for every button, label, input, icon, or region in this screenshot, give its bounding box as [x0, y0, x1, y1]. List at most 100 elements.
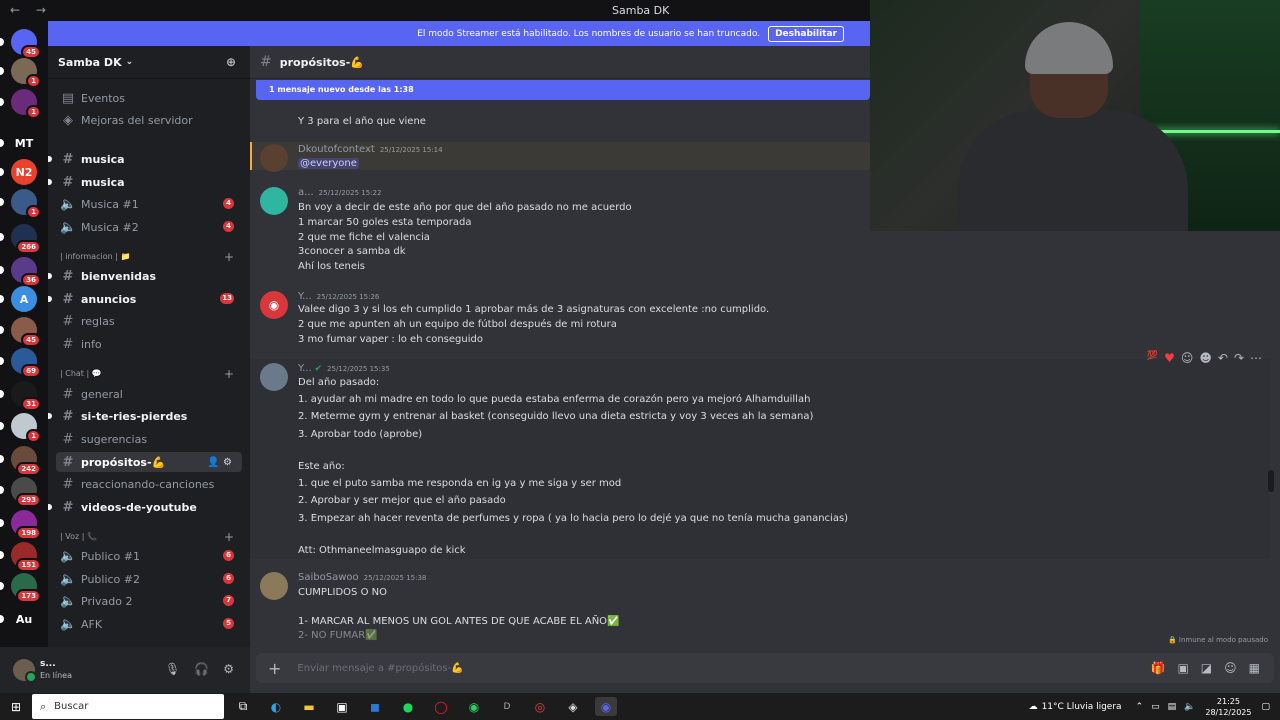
more-icon[interactable]: ⋯ — [1250, 351, 1262, 365]
sidebar-item-channel[interactable]: # bienvenidas — [48, 266, 242, 286]
add-channel-icon[interactable]: + — [224, 530, 234, 544]
gear-icon[interactable]: ⚙ — [223, 662, 234, 676]
spotify-icon[interactable]: ● — [397, 697, 419, 716]
avatar[interactable] — [13, 659, 37, 683]
weather-widget[interactable]: ☁ 11°C Lluvia ligera — [1029, 702, 1122, 712]
server-icon[interactable]: 1 — [0, 58, 41, 88]
sidebar-item-channel[interactable]: # musica — [48, 172, 242, 192]
hundred-reaction-icon[interactable]: 💯 — [1147, 351, 1158, 365]
sidebar-item-channel[interactable]: # general — [56, 384, 242, 404]
sidebar-item-channel[interactable]: # reaccionando-canciones — [56, 474, 242, 494]
microphone-icon[interactable]: 🎙 — [165, 662, 180, 676]
channel-category[interactable]: | informacion | 📁 + — [60, 250, 242, 264]
avatar[interactable] — [260, 572, 288, 600]
message-input[interactable]: Enviar mensaje a #propósitos-💪 — [297, 663, 463, 674]
add-channel-icon[interactable]: + — [224, 367, 234, 381]
add-channel-icon[interactable]: + — [224, 250, 234, 264]
app-d-icon[interactable]: D — [496, 697, 518, 716]
reply-icon[interactable]: ↶ — [1218, 351, 1228, 365]
sidebar-item-mejoras[interactable]: ◈ Mejoras del servidor — [56, 110, 242, 130]
server-icon[interactable]: Au — [0, 606, 37, 632]
disable-button[interactable]: Deshabilitar — [768, 25, 844, 42]
server-icon[interactable]: 1 — [0, 413, 41, 443]
server-icon[interactable]: 45 — [0, 317, 41, 347]
notifications-icon[interactable]: ▢ — [1261, 702, 1270, 712]
server-icon[interactable]: A — [0, 286, 37, 312]
server-icon[interactable]: 173 — [0, 573, 41, 603]
sidebar-item-eventos[interactable]: ▤ Eventos — [56, 88, 242, 108]
server-icon[interactable]: 242 — [0, 446, 41, 476]
volume-icon[interactable]: 🔈 — [1184, 702, 1195, 712]
server-icon[interactable]: 36 — [0, 257, 41, 287]
channel-category[interactable]: | Chat | 💬 + — [60, 367, 242, 381]
server-icon[interactable]: 1 — [0, 189, 41, 219]
message-author[interactable]: Dkoutofcontext — [298, 144, 375, 155]
message-author[interactable]: SaiboSawoo — [298, 572, 359, 583]
tray-app-icon[interactable]: ▭ — [1151, 702, 1160, 712]
back-forward-icon[interactable]: ← → — [10, 3, 52, 17]
sidebar-item-channel[interactable]: # propósitos-💪 👤 ⚙ — [56, 452, 242, 472]
taskbar-search[interactable]: ⌕ Buscar — [32, 694, 224, 719]
windows-start-icon[interactable]: ⊞ — [11, 700, 21, 714]
new-messages-bar[interactable]: 1 mensaje nuevo desde las 1:38 — [256, 80, 870, 100]
sidebar-item-channel[interactable]: 🔈 AFK 5 — [56, 614, 242, 634]
discord-taskbar-icon[interactable]: ◉ — [595, 697, 617, 716]
forward-icon[interactable]: ↷ — [1234, 351, 1244, 365]
message-author[interactable]: a... — [298, 187, 314, 198]
server-icon[interactable]: N2 — [0, 159, 37, 185]
network-icon[interactable]: ▤ — [1168, 702, 1177, 712]
server-icon[interactable]: 31 — [0, 381, 41, 411]
sidebar-item-channel[interactable]: # si-te-ries-pierdes — [48, 406, 242, 426]
discord-logo-icon[interactable]: ◉ — [260, 291, 288, 319]
sticker-icon[interactable]: ◪ — [1201, 661, 1212, 675]
opera-icon[interactable]: ◯ — [430, 697, 452, 716]
server-icon[interactable]: 293 — [0, 477, 41, 507]
gif-icon[interactable]: ▣ — [1177, 661, 1188, 675]
invite-icon[interactable]: ⊕ — [226, 55, 236, 69]
channel-category[interactable]: | Voz | 📞 + — [60, 530, 242, 544]
file-explorer-icon[interactable]: ▬ — [298, 697, 320, 716]
server-icon[interactable]: 1 — [0, 89, 41, 119]
laugh-reaction-icon[interactable]: ☺ — [1181, 351, 1194, 365]
server-icon[interactable]: 198 — [0, 510, 41, 540]
outlook-icon[interactable]: ◼ — [364, 697, 386, 716]
sidebar-item-channel[interactable]: 🔈 Publico #2 6 — [56, 569, 242, 589]
sidebar-item-channel[interactable]: # sugerencias — [56, 429, 242, 449]
clock[interactable]: 21:25 28/12/2025 — [1205, 696, 1251, 718]
sidebar-item-channel[interactable]: # videos-de-youtube — [48, 497, 242, 517]
task-view-icon[interactable]: ⧉ — [232, 697, 254, 716]
chevron-up-icon[interactable]: ⌃ — [1136, 702, 1144, 712]
server-header[interactable]: Samba DK ⌄ ⊕ — [48, 46, 250, 79]
whatsapp-icon[interactable]: ◉ — [463, 697, 485, 716]
server-icon[interactable]: 69 — [0, 348, 41, 378]
message-author[interactable]: Y... — [298, 363, 312, 374]
channel-settings-icon[interactable]: 👤 ⚙ — [207, 457, 232, 468]
app-icon[interactable]: ◈ — [562, 697, 584, 716]
message-author[interactable]: Y... — [298, 291, 312, 302]
sidebar-item-channel[interactable]: # info — [56, 334, 242, 354]
add-attachment-icon[interactable]: + — [268, 659, 281, 678]
sidebar-item-channel[interactable]: # reglas — [56, 311, 242, 331]
emoji-icon[interactable]: ☺ — [1224, 661, 1237, 675]
heart-reaction-icon[interactable]: ♥ — [1164, 351, 1175, 365]
avatar[interactable] — [260, 144, 288, 172]
avatar[interactable] — [260, 363, 288, 391]
sidebar-item-channel[interactable]: 🔈 Musica #2 4 — [56, 217, 242, 237]
avatar[interactable] — [260, 187, 288, 215]
edge-icon[interactable]: ◐ — [265, 697, 287, 716]
headphones-icon[interactable]: 🎧 — [194, 662, 209, 676]
sidebar-item-channel[interactable]: 🔈 Publico #1 6 — [56, 546, 242, 566]
server-icon[interactable]: MT — [0, 130, 37, 156]
apps-icon[interactable]: ▦ — [1249, 661, 1260, 675]
server-icon[interactable]: 45 — [0, 29, 41, 59]
store-icon[interactable]: ▣ — [331, 697, 353, 716]
gift-icon[interactable]: 🎁 — [1151, 661, 1166, 675]
sidebar-item-channel[interactable]: # anuncios 13 — [48, 289, 242, 309]
add-reaction-icon[interactable]: ☻ — [1199, 351, 1212, 365]
sidebar-item-channel[interactable]: 🔈 Musica #1 4 — [56, 194, 242, 214]
sidebar-item-channel[interactable]: 🔈 Privado 2 7 — [56, 591, 242, 611]
everyone-mention[interactable]: @everyone — [298, 158, 359, 169]
sidebar-item-channel[interactable]: # musica — [48, 149, 242, 169]
server-icon[interactable]: 151 — [0, 542, 41, 572]
server-icon[interactable]: 266 — [0, 224, 41, 254]
